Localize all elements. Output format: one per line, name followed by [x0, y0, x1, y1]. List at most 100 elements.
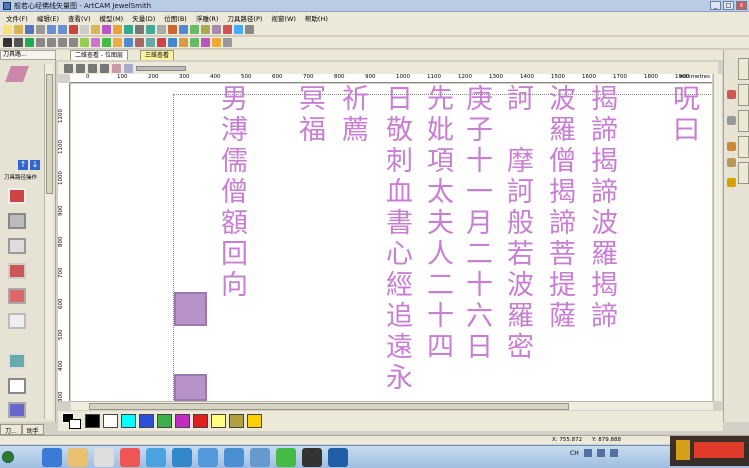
menu-file[interactable]: 文件(F)	[6, 13, 28, 23]
select-icon[interactable]	[3, 38, 12, 47]
engraving-icon[interactable]	[8, 288, 26, 304]
trim-icon[interactable]	[124, 38, 133, 47]
ellipse-icon[interactable]	[47, 38, 56, 47]
dock-tab[interactable]	[738, 136, 749, 158]
colour-swatch[interactable]	[247, 414, 262, 428]
contrast-slider[interactable]	[136, 65, 186, 71]
join-icon[interactable]	[113, 38, 122, 47]
fillet-icon[interactable]	[135, 38, 144, 47]
globe-icon[interactable]	[234, 25, 243, 34]
relief-tool-icon[interactable]	[124, 25, 133, 34]
mirror-icon[interactable]	[146, 38, 155, 47]
toggle-bitmap-icon[interactable]	[112, 63, 121, 73]
save-toolpath-icon[interactable]	[8, 402, 26, 418]
paste-icon[interactable]	[91, 25, 100, 34]
browser-icon[interactable]	[42, 447, 62, 467]
weave-icon[interactable]	[190, 38, 199, 47]
notepad-icon[interactable]	[94, 447, 114, 467]
qq-icon[interactable]	[172, 447, 192, 467]
layers-icon[interactable]	[157, 25, 166, 34]
polyline-icon[interactable]	[80, 38, 89, 47]
offset-icon[interactable]	[201, 25, 210, 34]
zoom-in-icon[interactable]	[64, 63, 73, 73]
canvas-scroll-thumb[interactable]	[89, 403, 569, 410]
canvas-vertical-scrollbar[interactable]	[713, 74, 722, 401]
arrow-down-icon[interactable]: ↓	[30, 160, 40, 170]
settings-icon[interactable]	[135, 25, 144, 34]
transform-icon[interactable]	[190, 25, 199, 34]
arrow-up-icon[interactable]: ↑	[18, 160, 28, 170]
colour-swatch[interactable]	[139, 414, 154, 428]
shape-editor-icon[interactable]	[201, 38, 210, 47]
delete-icon[interactable]	[223, 25, 232, 34]
menu-toolpaths[interactable]: 刀具路径(P)	[227, 13, 262, 23]
tray-icon[interactable]	[596, 449, 605, 457]
area-clearance-icon[interactable]	[8, 213, 26, 229]
pan-icon[interactable]	[100, 63, 109, 73]
align-icon[interactable]	[179, 25, 188, 34]
cloud-icon[interactable]	[146, 447, 166, 467]
wrap-icon[interactable]	[168, 38, 177, 47]
dock-tab[interactable]	[738, 84, 749, 106]
star-icon[interactable]	[69, 38, 78, 47]
ime-indicator[interactable]: CH	[570, 450, 579, 457]
move-icon[interactable]	[25, 38, 34, 47]
drawing-canvas[interactable]: 呪曰 揭諦揭諦波羅揭諦 波羅僧揭諦菩提薩 訶 摩訶般若波羅密 庚子十一月二十六日…	[71, 84, 712, 401]
dock-tab[interactable]	[738, 162, 749, 184]
node-edit-icon[interactable]	[14, 38, 23, 47]
folder-icon[interactable]	[68, 447, 88, 467]
tab-2d-view[interactable]: 二维查看 - 位图层	[70, 50, 128, 60]
panel-scroll-thumb[interactable]	[46, 74, 53, 194]
panel-scrollbar[interactable]	[44, 64, 53, 419]
start-button[interactable]	[2, 448, 36, 467]
drilling-icon[interactable]	[8, 263, 26, 279]
toggle-vector-icon[interactable]	[124, 63, 133, 73]
colour-swatch[interactable]	[229, 414, 244, 428]
simulate-icon[interactable]	[8, 353, 26, 369]
colour-swatch[interactable]	[85, 414, 100, 428]
panel-tab-toolpaths[interactable]: 刀具路...	[0, 50, 56, 60]
undo-icon[interactable]	[47, 25, 56, 34]
colour-swatch[interactable]	[157, 414, 172, 428]
dock-icon[interactable]	[727, 90, 736, 99]
artcam-icon[interactable]	[328, 447, 348, 467]
polygon-icon[interactable]	[58, 38, 67, 47]
grid-icon[interactable]	[146, 25, 155, 34]
text-icon[interactable]	[102, 38, 111, 47]
mould-icon[interactable]	[168, 25, 177, 34]
menu-vector[interactable]: 矢量(D)	[132, 13, 155, 23]
canvas-horizontal-scrollbar[interactable]	[71, 401, 713, 410]
dock-icon[interactable]	[727, 142, 736, 151]
tab-assistant[interactable]: 助手	[21, 424, 44, 435]
360-icon[interactable]	[276, 447, 296, 467]
cut-icon[interactable]	[69, 25, 78, 34]
dock-icon[interactable]	[727, 116, 736, 125]
new-icon[interactable]	[3, 25, 12, 34]
colour-swatch[interactable]	[175, 414, 190, 428]
menu-model[interactable]: 模型(M)	[100, 13, 124, 23]
vector-tool-icon[interactable]	[102, 25, 111, 34]
menu-bitmap[interactable]: 位图(B)	[164, 13, 187, 23]
minimize-button[interactable]: _	[710, 1, 721, 10]
machine-relief-icon[interactable]	[8, 238, 26, 254]
copy-icon[interactable]	[80, 25, 89, 34]
tab-toolpaths[interactable]: 刀...	[0, 424, 22, 435]
colour-swatch[interactable]	[103, 414, 118, 428]
sync-icon[interactable]	[224, 447, 244, 467]
emboss-icon[interactable]	[179, 38, 188, 47]
menu-window[interactable]: 视窗(W)	[271, 13, 296, 23]
maximize-button[interactable]: □	[723, 1, 734, 10]
colour-swatch[interactable]	[121, 414, 136, 428]
tab-3d-view[interactable]: 三维查看	[140, 50, 175, 60]
material-icon[interactable]	[8, 378, 26, 394]
profile-toolpath-icon[interactable]	[8, 188, 26, 204]
tray-icon[interactable]	[609, 449, 618, 457]
inlay-icon[interactable]	[8, 313, 26, 329]
dock-tab[interactable]	[738, 58, 749, 80]
zoom-fit-icon[interactable]	[88, 63, 97, 73]
light-icon[interactable]	[212, 38, 221, 47]
bitmap-tool-icon[interactable]	[113, 25, 122, 34]
group-icon[interactable]	[157, 38, 166, 47]
colour-swatch[interactable]	[211, 414, 226, 428]
zoom-icon[interactable]	[245, 25, 254, 34]
